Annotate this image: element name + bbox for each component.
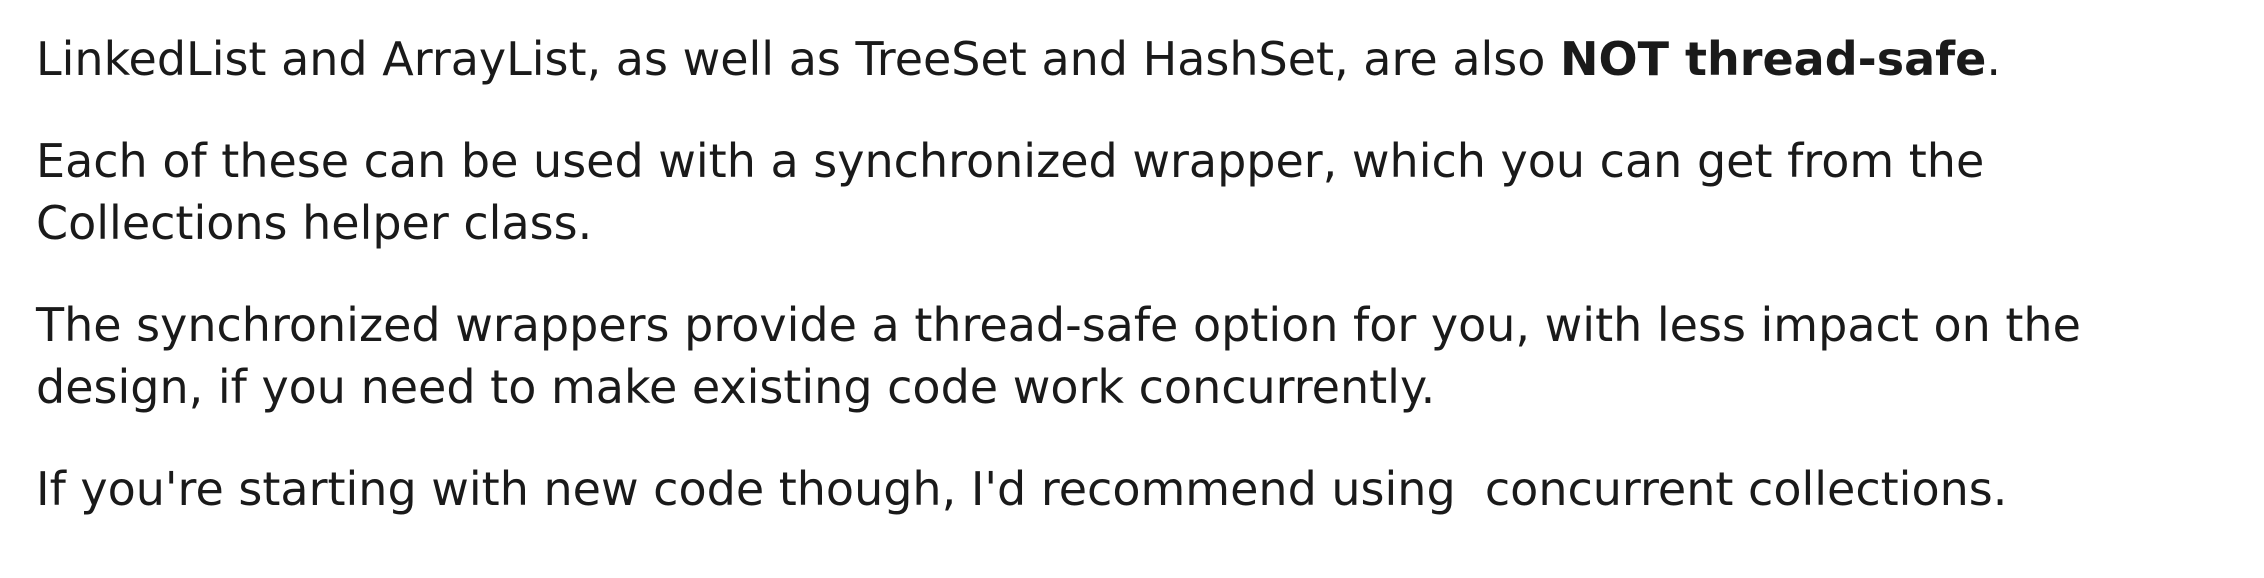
paragraph-4-text: If you're starting with new code though,… — [36, 462, 2008, 516]
paragraph-wrapper-benefits: The synchronized wrappers provide a thre… — [36, 298, 2081, 414]
paragraph-thread-safety: LinkedList and ArrayList, as well as Tre… — [36, 28, 2236, 90]
paragraph-recommendation: If you're starting with new code though,… — [36, 458, 2236, 520]
paragraph-1-period: . — [1986, 32, 2001, 86]
document-body: LinkedList and ArrayList, as well as Tre… — [36, 28, 2236, 520]
not-thread-safe-emphasis: NOT thread-safe — [1560, 32, 1987, 86]
paragraph-1-text: LinkedList and ArrayList, as well as Tre… — [36, 32, 1561, 86]
paragraph-synchronized-wrapper: Each of these can be used with a synchro… — [36, 134, 1985, 250]
